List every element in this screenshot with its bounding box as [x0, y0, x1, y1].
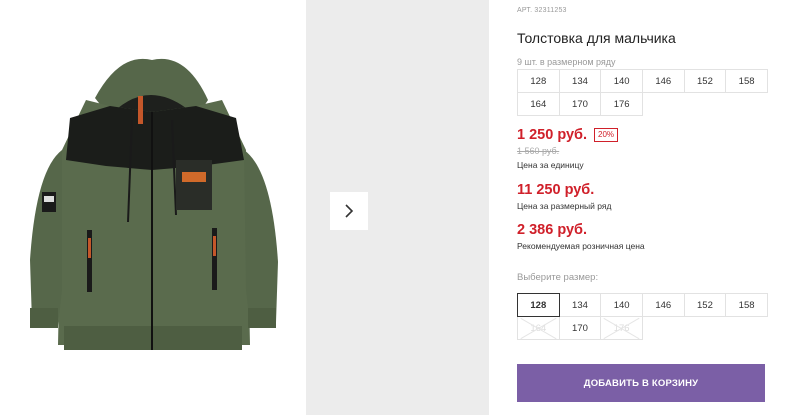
size-option-152[interactable]: 152 [683, 293, 727, 317]
size-option-134[interactable]: 134 [558, 293, 602, 317]
pack-size-cell: 146 [641, 69, 685, 93]
chevron-right-icon [345, 204, 354, 218]
rrp-price-label: Рекомендуемая розничная цена [517, 241, 645, 251]
pack-size-cell: 140 [600, 69, 643, 93]
price-row: 1 250 руб. 20% [517, 127, 619, 143]
series-price: 11 250 руб. [517, 182, 595, 198]
rrp-price: 2 386 руб. [517, 222, 588, 238]
product-title: Толстовка для мальчика [517, 30, 676, 46]
old-price: 1 560 руб. [517, 146, 560, 156]
pack-size-grid: 128 134 140 146 152 158 164 170 176 [517, 69, 768, 116]
pack-size-cell: 158 [725, 69, 768, 93]
size-option-128[interactable]: 128 [517, 293, 560, 317]
pack-size-cell: 152 [683, 69, 727, 93]
choose-size-label: Выберите размер: [517, 272, 599, 283]
pack-size-cell: 134 [558, 69, 602, 93]
product-sku: АРТ. 32311253 [517, 7, 567, 14]
next-image-button[interactable] [330, 192, 368, 230]
pack-size-cell: 164 [517, 92, 560, 116]
pack-size-label: 9 шт. в размерном ряду [517, 57, 616, 67]
series-price-label: Цена за размерный ряд [517, 201, 612, 211]
size-option-176: 176 [600, 316, 643, 340]
pack-size-cell: 176 [600, 92, 643, 116]
size-option-140[interactable]: 140 [600, 293, 643, 317]
add-to-cart-button[interactable]: ДОБАВИТЬ В КОРЗИНУ [517, 364, 765, 402]
size-option-170[interactable]: 170 [558, 316, 602, 340]
pack-size-cell: 170 [558, 92, 602, 116]
current-price: 1 250 руб. [517, 127, 588, 143]
product-image[interactable] [0, 0, 305, 415]
jacket-illustration [30, 58, 278, 350]
size-selector[interactable]: 128 134 140 146 152 158 164 170 176 [517, 293, 768, 340]
pack-size-cell: 128 [517, 69, 560, 93]
discount-badge: 20% [594, 128, 619, 142]
unit-price-label: Цена за единицу [517, 160, 584, 170]
size-option-146[interactable]: 146 [641, 293, 685, 317]
size-option-164: 164 [517, 316, 560, 340]
size-option-158[interactable]: 158 [725, 293, 768, 317]
